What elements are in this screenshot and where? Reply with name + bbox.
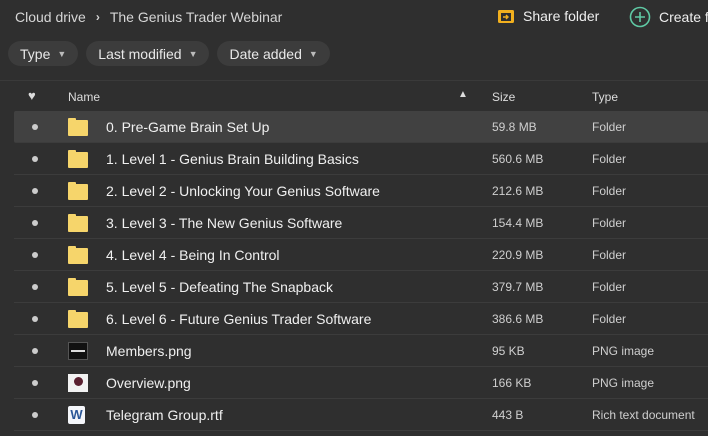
file-type: Folder bbox=[592, 248, 627, 262]
file-type: Folder bbox=[592, 216, 627, 230]
table-row[interactable]: 0. Pre-Game Brain Set Up 59.8 MB Folder bbox=[14, 111, 708, 143]
file-name: Members.png bbox=[106, 343, 192, 359]
file-type: PNG image bbox=[592, 344, 655, 358]
file-name: 1. Level 1 - Genius Brain Building Basic… bbox=[106, 151, 359, 167]
table-row[interactable]: 4. Level 4 - Being In Control 220.9 MB Fol… bbox=[14, 239, 708, 271]
breadcrumb-current: The Genius Trader Webinar bbox=[109, 9, 283, 25]
file-type: Folder bbox=[592, 184, 627, 198]
table-row[interactable]: 5. Level 5 - Defeating The Snapback 379.7… bbox=[14, 271, 708, 303]
sort-ascending-icon[interactable]: ▲ bbox=[458, 89, 468, 100]
chevron-down-icon: ▼ bbox=[308, 48, 318, 59]
filter-label: Date added bbox=[229, 45, 302, 62]
file-name: 6. Level 6 - Future Genius Trader Softwa… bbox=[106, 311, 372, 327]
word-document-icon: W bbox=[68, 406, 85, 424]
table-row[interactable]: 2. Level 2 - Unlocking Your Genius Softw… bbox=[14, 175, 708, 207]
top-bar: Cloud drive › The Genius Trader Webinar … bbox=[0, 0, 708, 36]
file-size: 166 KB bbox=[492, 376, 532, 390]
table-row[interactable]: 3. Level 3 - The New Genius Software 154.… bbox=[14, 207, 708, 239]
file-name: 5. Level 5 - Defeating The Snapback bbox=[106, 279, 334, 295]
file-size: 59.8 MB bbox=[492, 120, 537, 134]
file-name: Telegram Group.rtf bbox=[106, 407, 223, 423]
column-type[interactable]: Type bbox=[592, 90, 618, 104]
file-size: 95 KB bbox=[492, 344, 525, 358]
table-row[interactable]: Members.png 95 KB PNG image bbox=[14, 335, 708, 367]
file-name: 2. Level 2 - Unlocking Your Genius Softw… bbox=[106, 183, 380, 199]
favorite-dot-icon[interactable] bbox=[32, 380, 38, 386]
favorite-dot-icon[interactable] bbox=[32, 284, 38, 290]
filter-type[interactable]: Type ▼ bbox=[8, 41, 79, 66]
column-name[interactable]: Name bbox=[68, 90, 100, 104]
table-row[interactable]: 6. Level 6 - Future Genius Trader Softwa… bbox=[14, 303, 708, 335]
heart-icon[interactable]: ♥ bbox=[28, 88, 36, 103]
folder-icon bbox=[68, 182, 88, 200]
create-folder-button[interactable]: Create f bbox=[629, 6, 708, 28]
table-row[interactable]: Overview.png 166 KB PNG image bbox=[14, 367, 708, 399]
table-row[interactable]: 1. Level 1 - Genius Brain Building Basic… bbox=[14, 143, 708, 175]
file-name: 3. Level 3 - The New Genius Software bbox=[106, 215, 343, 231]
favorite-dot-icon[interactable] bbox=[32, 124, 38, 130]
file-size: 386.6 MB bbox=[492, 312, 544, 326]
chevron-right-icon: › bbox=[95, 10, 100, 24]
filter-label: Last modified bbox=[98, 45, 182, 62]
favorite-dot-icon[interactable] bbox=[32, 316, 38, 322]
chevron-down-icon: ▼ bbox=[57, 48, 67, 59]
filter-bar: Type ▼ Last modified ▼ Date added ▼ bbox=[8, 41, 330, 66]
file-size: 560.6 MB bbox=[492, 152, 544, 166]
plus-circle-icon bbox=[629, 6, 651, 28]
share-folder-icon bbox=[498, 10, 514, 23]
breadcrumb: Cloud drive › The Genius Trader Webinar bbox=[15, 9, 282, 25]
file-size: 379.7 MB bbox=[492, 280, 544, 294]
file-name: 0. Pre-Game Brain Set Up bbox=[106, 119, 270, 135]
folder-icon bbox=[68, 278, 88, 296]
file-size: 443 B bbox=[492, 408, 524, 422]
breadcrumb-root[interactable]: Cloud drive bbox=[15, 9, 86, 25]
filter-last-modified[interactable]: Last modified ▼ bbox=[86, 41, 210, 66]
folder-icon bbox=[68, 118, 88, 136]
file-size: 220.9 MB bbox=[492, 248, 544, 262]
favorite-dot-icon[interactable] bbox=[32, 348, 38, 354]
file-size: 154.4 MB bbox=[492, 216, 544, 230]
favorite-dot-icon[interactable] bbox=[32, 156, 38, 162]
favorite-dot-icon[interactable] bbox=[32, 220, 38, 226]
file-type: Folder bbox=[592, 120, 627, 134]
file-size: 212.6 MB bbox=[492, 184, 544, 198]
file-type: Rich text document bbox=[592, 408, 695, 422]
favorite-dot-icon[interactable] bbox=[32, 188, 38, 194]
share-folder-button[interactable]: Share folder bbox=[497, 7, 599, 25]
file-type: Folder bbox=[592, 312, 627, 326]
file-name: 4. Level 4 - Being In Control bbox=[106, 247, 280, 263]
column-size[interactable]: Size bbox=[492, 90, 515, 104]
image-thumbnail-icon bbox=[68, 374, 88, 392]
table-header: ♥ Name ▲ Size Type bbox=[0, 80, 708, 111]
folder-icon bbox=[68, 310, 88, 328]
file-type: PNG image bbox=[592, 376, 655, 390]
folder-icon bbox=[68, 150, 88, 168]
table-row[interactable]: W Telegram Group.rtf 443 B Rich text docume… bbox=[14, 399, 708, 431]
folder-icon bbox=[68, 214, 88, 232]
favorite-dot-icon[interactable] bbox=[32, 412, 38, 418]
favorite-dot-icon[interactable] bbox=[32, 252, 38, 258]
file-name: Overview.png bbox=[106, 375, 191, 391]
chevron-down-icon: ▼ bbox=[188, 48, 198, 59]
filter-date-added[interactable]: Date added ▼ bbox=[217, 41, 330, 66]
image-thumbnail-icon bbox=[68, 342, 88, 360]
create-folder-label: Create f bbox=[659, 9, 708, 25]
share-folder-label: Share folder bbox=[523, 8, 600, 24]
file-type: Folder bbox=[592, 152, 627, 166]
filter-label: Type bbox=[20, 45, 51, 62]
file-type: Folder bbox=[592, 280, 627, 294]
folder-icon bbox=[68, 246, 88, 264]
